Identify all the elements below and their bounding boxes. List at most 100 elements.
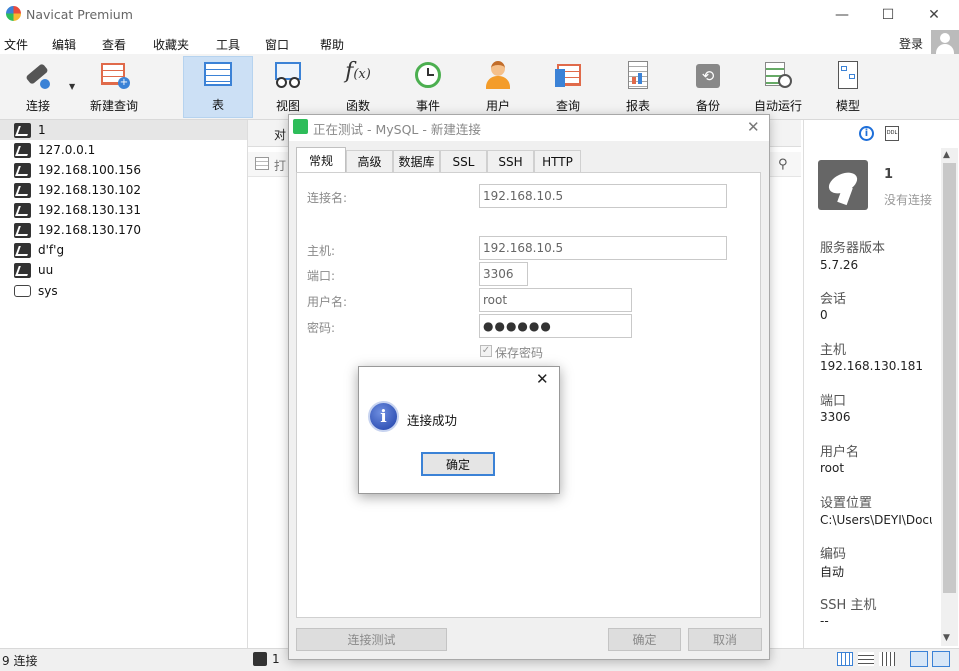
- conn-name-input[interactable]: 192.168.10.5: [479, 184, 727, 208]
- info-icon[interactable]: i: [859, 126, 874, 141]
- port-input[interactable]: 3306: [479, 262, 528, 286]
- scroll-down-icon[interactable]: ▼: [943, 633, 950, 643]
- user-label: 用户名:: [307, 295, 348, 309]
- tree-item[interactable]: d'f'g: [0, 240, 247, 260]
- tab-database[interactable]: 数据库: [393, 150, 440, 172]
- view-button[interactable]: 视图: [263, 56, 313, 118]
- connect-button[interactable]: 连接: [12, 56, 64, 118]
- scroll-up-icon[interactable]: ▲: [943, 150, 950, 160]
- tree-item[interactable]: 192.168.100.156: [0, 160, 247, 180]
- tree-item[interactable]: 192.168.130.131: [0, 200, 247, 220]
- backup-button[interactable]: ⟲ 备份: [683, 56, 733, 118]
- dialog-close-button[interactable]: ✕: [747, 118, 760, 136]
- server-icon: [14, 285, 31, 297]
- tree-item[interactable]: 1: [0, 120, 247, 140]
- tree-item[interactable]: 127.0.0.1: [0, 140, 247, 160]
- panel-right-icon[interactable]: [932, 651, 950, 667]
- mysql-connection-icon: [14, 242, 31, 258]
- mysql-connection-icon: [14, 182, 31, 198]
- open-table-button[interactable]: 打: [274, 157, 286, 174]
- menu-window[interactable]: 窗口: [265, 36, 289, 53]
- info-value: --: [820, 614, 829, 628]
- mysql-connection-icon: [14, 222, 31, 238]
- save-password-checkbox[interactable]: ✓: [480, 345, 492, 357]
- maximize-button[interactable]: ☐: [865, 0, 911, 30]
- test-connection-button[interactable]: 连接测试: [296, 628, 447, 651]
- tab-ssh[interactable]: SSH: [487, 150, 534, 172]
- menu-bar: [0, 30, 959, 54]
- user-icon: [482, 59, 514, 91]
- conn-name-label: 连接名:: [307, 191, 348, 205]
- connect-dropdown-icon[interactable]: ▼: [69, 82, 75, 91]
- ddl-icon[interactable]: DDL: [885, 126, 899, 141]
- detail-view-icon[interactable]: [858, 652, 874, 666]
- tree-item[interactable]: uu: [0, 260, 247, 280]
- avatar-icon[interactable]: [931, 30, 959, 54]
- tree-item[interactable]: sys: [0, 281, 247, 301]
- mysql-connection-icon: [14, 202, 31, 218]
- automation-button[interactable]: 自动运行: [750, 56, 806, 118]
- query-button[interactable]: 查询: [543, 56, 593, 118]
- report-icon: [622, 59, 654, 91]
- info-value: 192.168.130.181: [820, 359, 924, 373]
- clock-icon: [412, 59, 444, 91]
- close-button[interactable]: ✕: [911, 0, 957, 30]
- app-title: Navicat Premium: [26, 7, 133, 22]
- password-input[interactable]: ●●●●●●: [479, 314, 632, 338]
- tree-item[interactable]: 192.168.130.170: [0, 220, 247, 240]
- mysql-connection-icon: [14, 122, 31, 138]
- user-input[interactable]: root: [479, 288, 632, 312]
- tab-general[interactable]: 常规: [296, 147, 346, 173]
- message-text: 连接成功: [407, 413, 458, 428]
- menu-edit[interactable]: 编辑: [52, 36, 76, 53]
- info-label: SSH 主机: [820, 598, 877, 613]
- search-icon[interactable]: ⚲: [778, 157, 788, 172]
- new-query-icon: +: [98, 59, 130, 91]
- backup-icon: ⟲: [692, 59, 724, 91]
- automation-icon: [762, 59, 794, 91]
- menu-help[interactable]: 帮助: [320, 36, 344, 53]
- grid-view-icon[interactable]: [879, 652, 895, 666]
- title-bar: [0, 0, 959, 30]
- scroll-thumb[interactable]: [943, 163, 956, 593]
- login-link[interactable]: 登录: [899, 35, 923, 52]
- info-icon: i: [368, 401, 399, 432]
- message-ok-button[interactable]: 确定: [421, 452, 495, 476]
- menu-view[interactable]: 查看: [102, 36, 126, 53]
- menu-favorites[interactable]: 收藏夹: [153, 36, 189, 53]
- info-label: 用户名: [820, 445, 860, 460]
- tab-ssl[interactable]: SSL: [440, 150, 487, 172]
- event-button[interactable]: 事件: [403, 56, 453, 118]
- info-value: root: [820, 461, 845, 475]
- mysql-dolphin-icon: [818, 160, 868, 210]
- message-close-button[interactable]: ✕: [536, 370, 549, 388]
- table-button[interactable]: 表: [183, 56, 253, 118]
- report-button[interactable]: 报表: [613, 56, 663, 118]
- info-value: 5.7.26: [820, 258, 859, 272]
- object-tab[interactable]: 对: [274, 126, 286, 143]
- list-view-icon[interactable]: [837, 652, 853, 666]
- tree-item[interactable]: 192.168.130.102: [0, 180, 247, 200]
- message-box-titlebar: [359, 367, 559, 395]
- table-icon: [202, 58, 234, 90]
- host-input[interactable]: 192.168.10.5: [479, 236, 727, 260]
- dialog-ok-button[interactable]: 确定: [608, 628, 681, 651]
- menu-tools[interactable]: 工具: [216, 36, 240, 53]
- minimize-button[interactable]: —: [819, 0, 865, 30]
- info-label: 主机: [820, 343, 847, 358]
- mysql-connection-icon: [14, 262, 31, 278]
- new-query-button[interactable]: + 新建查询: [84, 56, 144, 118]
- info-value: 3306: [820, 410, 851, 424]
- model-button[interactable]: 模型: [823, 56, 873, 118]
- panel-toggle-icon[interactable]: [910, 651, 928, 667]
- menu-file[interactable]: 文件: [4, 36, 28, 53]
- port-label: 端口:: [307, 269, 336, 283]
- dialog-cancel-button[interactable]: 取消: [688, 628, 762, 651]
- function-button[interactable]: f(x) 函数: [333, 56, 383, 118]
- tab-http[interactable]: HTTP: [534, 150, 581, 172]
- tab-advanced[interactable]: 高级: [346, 150, 393, 172]
- user-button[interactable]: 用户: [473, 56, 523, 118]
- info-value: 自动: [820, 565, 845, 579]
- open-table-icon[interactable]: [255, 157, 269, 170]
- function-icon: f(x): [345, 59, 371, 84]
